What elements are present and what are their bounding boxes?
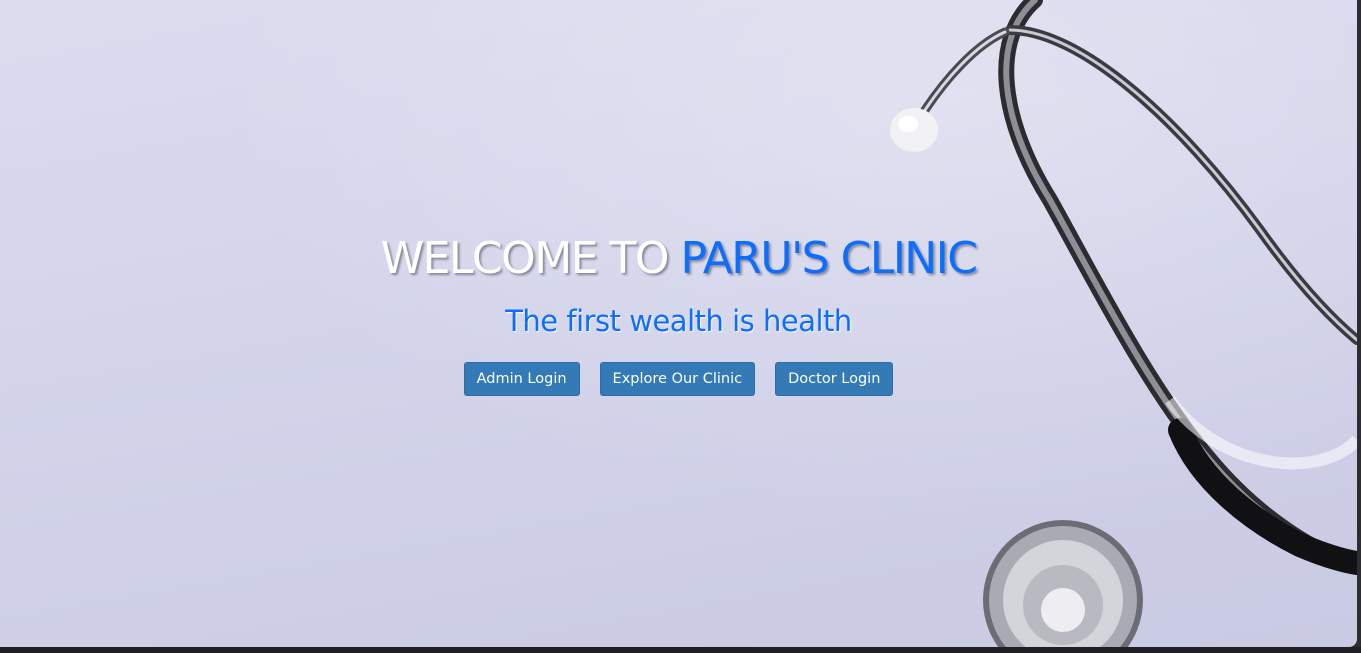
tagline: The first wealth is health	[505, 304, 852, 338]
title-prefix: WELCOME TO	[380, 233, 681, 284]
button-group: Admin Login Explore Our Clinic Doctor Lo…	[0, 362, 1357, 396]
explore-clinic-button[interactable]: Explore Our Clinic	[599, 362, 756, 396]
hero-content: WELCOME TO PARU'S CLINIC The first wealt…	[0, 232, 1357, 396]
admin-login-button[interactable]: Admin Login	[463, 362, 580, 396]
clinic-name: PARU'S CLINIC	[680, 233, 977, 284]
doctor-login-button[interactable]: Doctor Login	[775, 362, 894, 396]
taskbar-strip	[0, 647, 1361, 653]
page-title: WELCOME TO PARU'S CLINIC	[0, 232, 1357, 286]
hero-section: WELCOME TO PARU'S CLINIC The first wealt…	[0, 0, 1357, 647]
